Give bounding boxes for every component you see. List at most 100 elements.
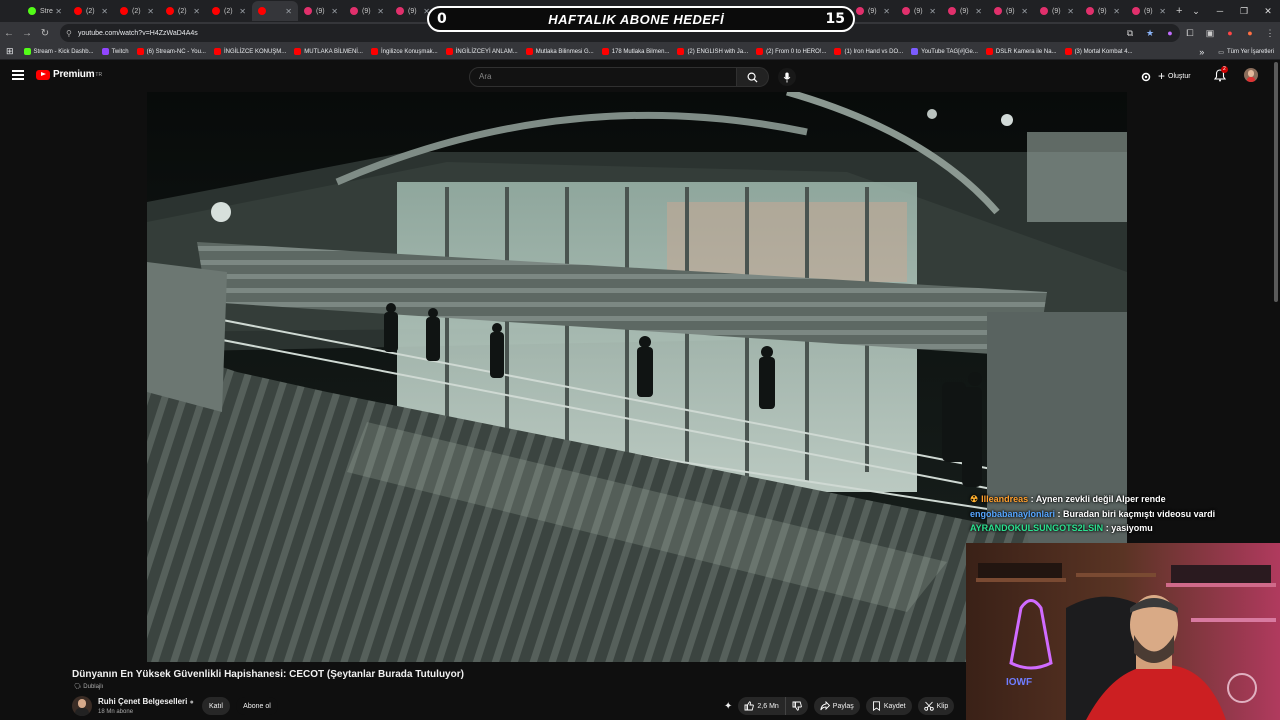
site-info-icon[interactable]: ⚲: [66, 29, 72, 38]
bookmark-item[interactable]: DSLR Kamera ile Na...: [985, 48, 1057, 55]
close-tab-icon[interactable]: ✕: [883, 7, 890, 16]
bookmark-item[interactable]: Twitch: [101, 48, 129, 55]
bookmark-item[interactable]: (2) ENGLISH with Ja...: [677, 48, 748, 55]
channel-name[interactable]: Ruhi Çenet Belgeselleri ●: [98, 697, 194, 706]
bookmark-item[interactable]: Stream - Kick Dashb...: [23, 48, 94, 55]
browser-tab[interactable]: (9) ✕: [988, 1, 1034, 21]
extension-icon-c[interactable]: ●: [1220, 28, 1240, 38]
extension-icon-b[interactable]: ▣: [1200, 28, 1220, 39]
bookmark-favicon-icon: [601, 48, 609, 55]
browser-tab[interactable]: ✕: [252, 1, 298, 21]
channel-avatar[interactable]: [72, 696, 92, 716]
bookmark-star-icon[interactable]: ★: [1140, 28, 1160, 39]
tab-label: (2): [132, 7, 141, 15]
like-button[interactable]: 2,6 Mn: [738, 697, 786, 715]
back-icon[interactable]: ←: [0, 28, 18, 39]
all-bookmarks-link[interactable]: Tüm Yer İşaretleri: [1227, 49, 1274, 55]
close-tab-icon[interactable]: ✕: [193, 7, 200, 16]
profile-icon[interactable]: ●: [1240, 28, 1260, 38]
browser-tab[interactable]: (2) ✕: [68, 1, 114, 21]
reload-icon[interactable]: ↻: [36, 28, 54, 39]
bookmark-icon: [872, 701, 880, 711]
close-tab-icon[interactable]: ✕: [101, 7, 108, 16]
browser-tab[interactable]: (9) ✕: [942, 1, 988, 21]
instagram-icon: [1132, 7, 1140, 15]
dubbed-tag: 🗣 Dublajlı: [74, 683, 103, 690]
create-label: Oluştur: [1168, 72, 1191, 80]
search-input[interactable]: Ara: [469, 67, 737, 87]
close-tab-icon[interactable]: ✕: [1067, 7, 1074, 16]
bookmarks-more-button[interactable]: »: [1199, 47, 1204, 57]
install-app-icon[interactable]: ⧉: [1120, 28, 1140, 39]
share-button[interactable]: Paylaş: [813, 697, 860, 715]
cast-settings-icon[interactable]: [1140, 70, 1152, 88]
bookmark-item[interactable]: (3) Mortal Kombat 4...: [1064, 48, 1133, 55]
browser-menu-icon[interactable]: ⋮: [1260, 28, 1280, 39]
youtube-icon: [258, 7, 266, 15]
hamburger-menu-icon[interactable]: [12, 70, 24, 80]
close-tab-icon[interactable]: ✕: [331, 7, 338, 16]
chat-message: engobabanaylonlari : Buradan biri kaçmış…: [970, 509, 1216, 519]
overlay-right-count: 15: [825, 11, 845, 27]
avatar[interactable]: [1244, 68, 1258, 82]
bookmark-item[interactable]: (2) From 0 to HERO!...: [756, 48, 826, 55]
bookmark-favicon-icon: [445, 48, 453, 55]
close-tab-icon[interactable]: ✕: [929, 7, 936, 16]
minimize-icon[interactable]: ─: [1208, 6, 1232, 16]
close-tab-icon[interactable]: ✕: [1113, 7, 1120, 16]
bookmark-item[interactable]: (6) Stream-NC - You...: [136, 48, 206, 55]
bookmark-item[interactable]: 178 Mutlaka Bilmen...: [601, 48, 669, 55]
browser-tab[interactable]: (2) ✕: [160, 1, 206, 21]
browser-tab[interactable]: (9) ✕: [344, 1, 390, 21]
browser-tab[interactable]: (9) ✕: [850, 1, 896, 21]
close-window-icon[interactable]: ✕: [1256, 6, 1280, 17]
notifications-button[interactable]: 2: [1213, 66, 1228, 87]
forward-icon[interactable]: →: [18, 28, 36, 39]
bookmark-item[interactable]: Mutlaka Bilinmesi G...: [525, 48, 594, 55]
tab-label: (9): [362, 7, 371, 15]
apps-icon[interactable]: ⊞: [6, 46, 14, 57]
save-button[interactable]: Kaydet: [865, 697, 912, 715]
close-tab-icon[interactable]: ✕: [975, 7, 982, 16]
voice-search-button[interactable]: [778, 68, 796, 86]
browser-tab[interactable]: (9) ✕: [1034, 1, 1080, 21]
subscribe-button[interactable]: Abone ol: [236, 697, 278, 715]
close-tab-icon[interactable]: ✕: [147, 7, 154, 16]
youtube-premium-logo[interactable]: Premium TR: [36, 69, 102, 80]
join-button[interactable]: Katıl: [202, 697, 230, 715]
browser-tab[interactable]: (9) ✕: [896, 1, 942, 21]
bookmark-label: İNGİLİZCEYİ ANLAM...: [455, 48, 518, 55]
bookmark-item[interactable]: İNGİLİZCEYİ ANLAM...: [445, 48, 518, 55]
bookmark-item[interactable]: İngilizce Konuşmak...: [370, 48, 438, 55]
browser-tab[interactable]: (2) ✕: [206, 1, 252, 21]
search-button[interactable]: [737, 67, 769, 87]
close-tab-icon[interactable]: ✕: [377, 7, 384, 16]
close-tab-icon[interactable]: ✕: [1159, 7, 1166, 16]
create-button[interactable]: + Oluştur: [1158, 68, 1191, 84]
bookmark-item[interactable]: MUTLAKA BİLMENİ...: [294, 48, 363, 55]
browser-tab[interactable]: Stre ✕: [22, 1, 68, 21]
close-tab-icon[interactable]: ✕: [239, 7, 246, 16]
close-tab-icon[interactable]: ✕: [285, 7, 292, 16]
instagram-icon: [1086, 7, 1094, 15]
extension-icon-a[interactable]: ●: [1160, 28, 1180, 38]
browser-tab[interactable]: (9) ✕: [1080, 1, 1126, 21]
new-tab-icon[interactable]: +: [1176, 5, 1182, 17]
browser-tab[interactable]: (9) ✕: [1126, 1, 1172, 21]
tab-search-icon[interactable]: ⌄: [1184, 6, 1208, 17]
bookmark-item[interactable]: (1) Iron Hand vs DO...: [834, 48, 903, 55]
sparkle-icon[interactable]: ✦: [724, 701, 732, 712]
clip-button[interactable]: Klip: [917, 697, 955, 715]
close-tab-icon[interactable]: ✕: [1021, 7, 1028, 16]
bookmark-item[interactable]: İNGİLİZCE KONUŞM...: [213, 48, 286, 55]
bookmark-item[interactable]: YouTube TAG[#]Ge...: [911, 48, 978, 55]
extensions-icon[interactable]: ⧠: [1180, 28, 1200, 39]
dislike-button[interactable]: [785, 697, 808, 715]
browser-tab[interactable]: (9) ✕: [298, 1, 344, 21]
browser-tab[interactable]: (2) ✕: [114, 1, 160, 21]
bookmark-favicon-icon: [677, 48, 685, 55]
maximize-icon[interactable]: ❐: [1232, 6, 1256, 17]
page-scrollbar[interactable]: [1274, 62, 1278, 302]
close-tab-icon[interactable]: ✕: [55, 7, 62, 16]
tab-label: (9): [1006, 7, 1015, 15]
